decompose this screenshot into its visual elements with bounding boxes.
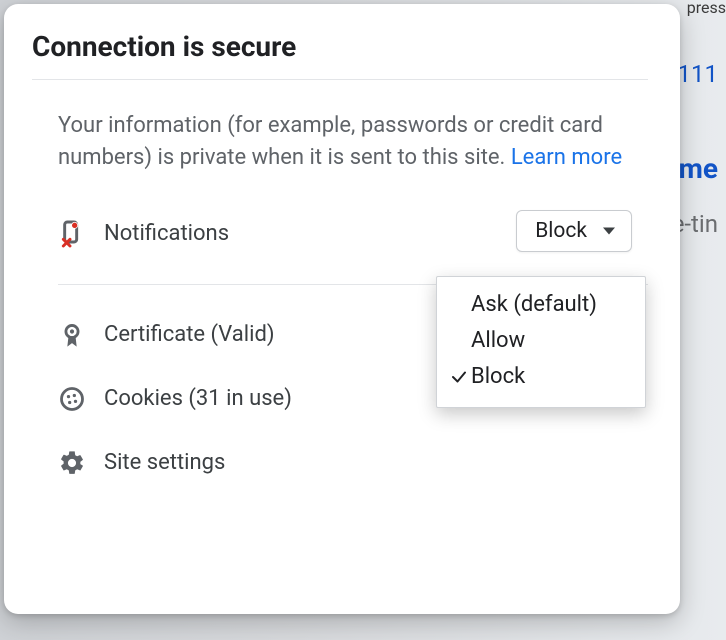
- dropdown-option-block-label: Block: [471, 364, 525, 389]
- permissions-section: Notifications Block Ask (default): [32, 202, 648, 266]
- dropdown-option-ask-label: Ask (default): [471, 292, 597, 317]
- notifications-blocked-icon: [58, 218, 104, 250]
- notifications-select-value: Block: [535, 219, 587, 243]
- learn-more-link[interactable]: Learn more: [511, 145, 622, 170]
- notifications-select[interactable]: Block: [516, 210, 632, 252]
- site-settings-row[interactable]: Site settings: [32, 431, 648, 495]
- cookie-icon: [58, 385, 104, 413]
- dropdown-option-allow[interactable]: Allow: [443, 323, 639, 359]
- site-info-popup: Connection is secure Your information (f…: [4, 4, 680, 614]
- chevron-down-icon: [603, 227, 615, 234]
- dropdown-option-allow-label: Allow: [471, 328, 525, 353]
- background-tab-partial: press: [687, 0, 726, 17]
- background-heading-partial: me: [679, 152, 726, 185]
- dropdown-option-ask[interactable]: Ask (default): [443, 287, 639, 323]
- notifications-dropdown-menu: Ask (default) Allow Block: [436, 276, 646, 408]
- site-settings-label: Site settings: [104, 450, 648, 475]
- divider: [32, 79, 648, 80]
- notifications-select-wrap: Block Ask (default) Allow: [516, 210, 632, 252]
- dropdown-option-block[interactable]: Block: [443, 359, 639, 395]
- popup-title: Connection is secure: [32, 30, 648, 63]
- notifications-row: Notifications Block Ask (default): [32, 202, 648, 266]
- gear-icon: [58, 449, 104, 477]
- security-description: Your information (for example, passwords…: [58, 110, 636, 174]
- check-icon: [447, 368, 471, 386]
- certificate-icon: [58, 321, 104, 349]
